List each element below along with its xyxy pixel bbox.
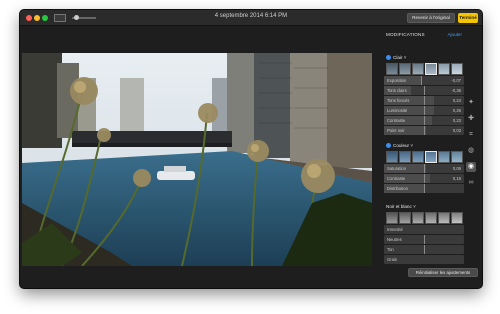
done-button[interactable]: Terminé <box>458 13 478 23</box>
slider-label: Exposition <box>387 78 407 83</box>
city-river-photo <box>22 53 372 266</box>
bw-thumbnail[interactable] <box>438 212 450 224</box>
adjustments-panel: MODIFICATIONS Ajouter Clair ˅ Exposition… <box>384 30 464 286</box>
slider-label: Tons foncés <box>387 98 410 103</box>
slider-value: -0,07 <box>451 78 461 83</box>
light-thumbnail[interactable] <box>451 63 463 75</box>
slider-handle[interactable] <box>424 174 425 183</box>
panel-header: MODIFICATIONS Ajouter <box>384 30 464 40</box>
photo-canvas[interactable] <box>22 53 372 266</box>
revert-to-original-button[interactable]: Revenir à l'original <box>407 13 455 23</box>
color-enabled-checkbox[interactable] <box>386 143 391 148</box>
slider-label: Saturation <box>387 166 407 171</box>
slider-value: 0,23 <box>452 118 461 123</box>
slider-label: Tons clairs <box>387 88 407 93</box>
light-section-label[interactable]: Clair ˅ <box>393 55 406 60</box>
slider-label: Point noir <box>387 128 405 133</box>
slider-handle[interactable] <box>424 116 425 125</box>
bw-thumbnail[interactable] <box>386 212 398 224</box>
link-icon[interactable]: ∞ <box>466 178 476 188</box>
color-thumbnail[interactable] <box>399 151 411 163</box>
slider-label: Neutres <box>387 237 402 242</box>
light-slider-point-noir[interactable]: Point noir 0,03 <box>384 126 464 135</box>
color-thumbnail[interactable] <box>438 151 450 163</box>
light-thumbnail[interactable] <box>438 63 450 75</box>
light-slider-tons-fonc-s[interactable]: Tons foncés 0,24 <box>384 96 464 105</box>
slider-handle[interactable] <box>424 235 425 244</box>
bw-slider-grain[interactable]: Grain <box>384 255 464 264</box>
color-section-label[interactable]: Couleur ˅ <box>393 143 413 148</box>
bandage-icon[interactable]: ✚ <box>466 114 476 124</box>
slider-value: 0,03 <box>452 128 461 133</box>
light-thumbnail-strip[interactable] <box>384 63 464 76</box>
slider-value: 0,26 <box>452 108 461 113</box>
light-thumbnail[interactable] <box>399 63 411 75</box>
slider-handle[interactable] <box>424 86 425 95</box>
bw-section-label[interactable]: Noir et blanc ˅ <box>386 204 416 209</box>
color-slider-saturation[interactable]: Saturation 0,06 <box>384 164 464 173</box>
slider-value: 0,18 <box>452 176 461 181</box>
slider-label: Ton <box>387 247 394 252</box>
slider-value: 0,24 <box>452 98 461 103</box>
bw-slider-ton[interactable]: Ton <box>384 245 464 254</box>
light-slider-tons-clairs[interactable]: Tons clairs -0,36 <box>384 86 464 95</box>
color-thumbnail-selected[interactable] <box>425 151 437 163</box>
slider-handle[interactable] <box>424 96 425 105</box>
bw-thumbnail[interactable] <box>412 212 424 224</box>
light-thumbnail[interactable] <box>412 63 424 75</box>
slider-handle[interactable] <box>424 106 425 115</box>
light-thumbnail-selected[interactable] <box>425 63 437 75</box>
slider-value: 0,06 <box>452 166 461 171</box>
slider-label: Contraste <box>387 176 406 181</box>
reset-adjustments-button[interactable]: Réinitialiser les ajustements <box>408 268 478 277</box>
light-slider-contraste[interactable]: Contraste 0,23 <box>384 116 464 125</box>
add-adjustment-button[interactable]: Ajouter <box>447 32 462 37</box>
bw-section: Noir et blanc ˅ Intensité Neutres Ton Grain <box>384 204 464 265</box>
crop-icon[interactable]: ⌗ <box>466 130 476 140</box>
slider-handle[interactable] <box>420 76 422 85</box>
color-thumbnail[interactable] <box>451 151 463 163</box>
light-slider-luminosit-[interactable]: Luminosité 0,26 <box>384 106 464 115</box>
light-section: Clair ˅ Exposition -0,07 Tons clairs -0,36 T… <box>384 55 464 136</box>
slider-handle[interactable] <box>424 126 425 135</box>
slider-value: -0,36 <box>451 88 461 93</box>
magic-wand-icon[interactable]: ✦ <box>466 98 476 108</box>
light-enabled-checkbox[interactable] <box>386 55 391 60</box>
bw-slider-neutres[interactable]: Neutres <box>384 235 464 244</box>
color-slider-contraste[interactable]: Contraste 0,18 <box>384 174 464 183</box>
slider-label: Luminosité <box>387 108 408 113</box>
bw-thumbnail[interactable] <box>425 212 437 224</box>
slider-label: Grain <box>387 257 398 262</box>
color-slider-distribution[interactable]: Distribution <box>384 184 464 193</box>
bw-thumbnail-strip[interactable] <box>384 212 464 225</box>
filters-icon[interactable]: ◍ <box>466 146 476 156</box>
bw-thumbnail[interactable] <box>399 212 411 224</box>
light-thumbnail[interactable] <box>386 63 398 75</box>
slider-label: Contraste <box>387 118 406 123</box>
color-thumbnail[interactable] <box>412 151 424 163</box>
light-slider-exposition[interactable]: Exposition -0,07 <box>384 76 464 85</box>
panel-title: MODIFICATIONS <box>386 32 425 37</box>
color-section: Couleur ˅ Saturation 0,06 Contraste 0,18 Dis… <box>384 143 464 194</box>
photos-edit-window: 4 septembre 2014 6:14 PM Revenir à l'ori… <box>20 10 482 288</box>
title-bar: 4 septembre 2014 6:14 PM Revenir à l'ori… <box>20 10 482 26</box>
slider-label: Distribution <box>387 186 408 191</box>
slider-label: Intensité <box>387 227 403 232</box>
adjust-icon[interactable]: ◉ <box>466 162 476 172</box>
slider-handle[interactable] <box>424 184 425 193</box>
slider-handle[interactable] <box>424 245 425 254</box>
color-thumbnail-strip[interactable] <box>384 151 464 164</box>
color-thumbnail[interactable] <box>386 151 398 163</box>
bw-slider-intensit-[interactable]: Intensité <box>384 225 464 234</box>
slider-handle[interactable] <box>424 164 425 173</box>
bw-thumbnail[interactable] <box>451 212 463 224</box>
